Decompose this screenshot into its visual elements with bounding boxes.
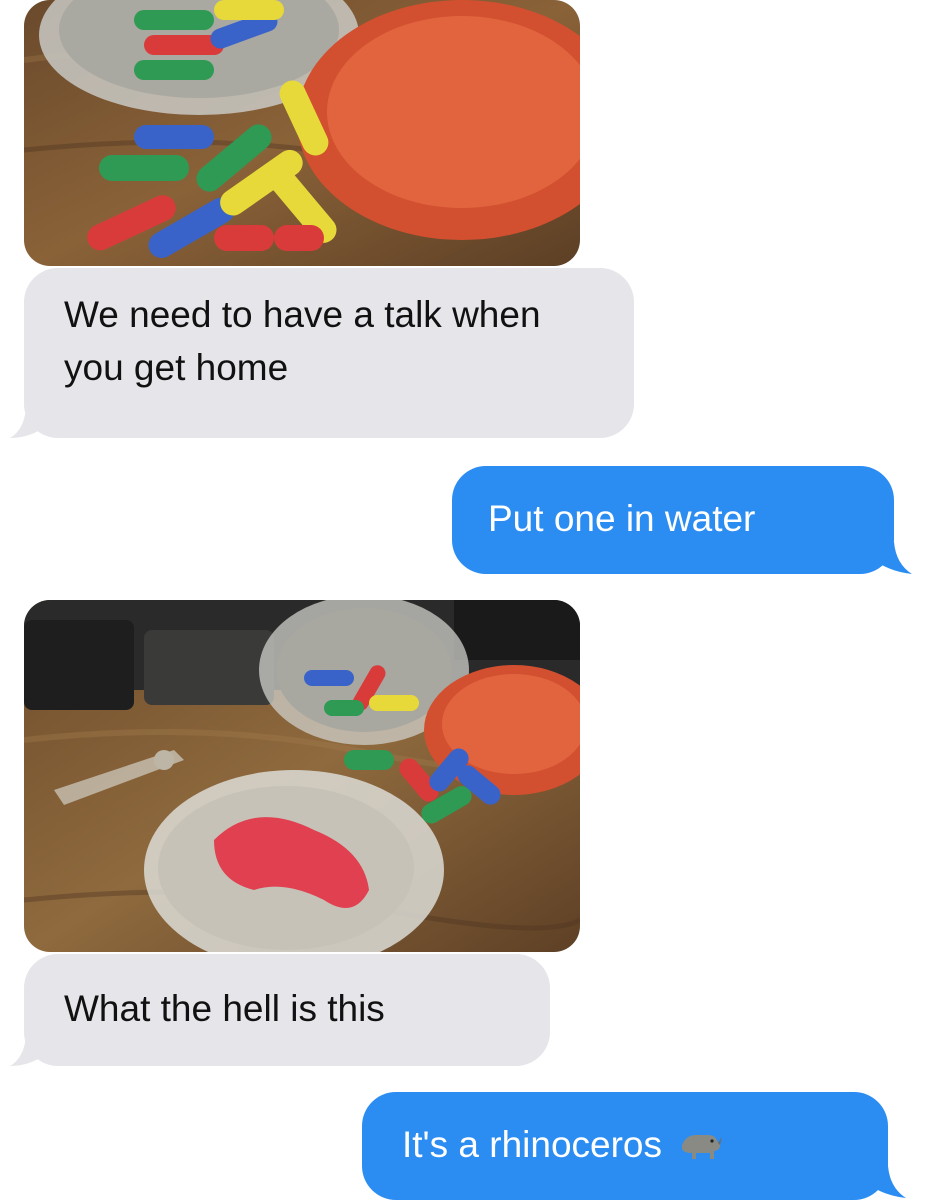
message-thread: We need to have a talk when you get home… <box>0 0 926 1200</box>
rhinoceros-icon <box>678 1122 723 1175</box>
sponge-photo <box>24 600 580 952</box>
outgoing-message[interactable]: Put one in water <box>452 466 894 574</box>
capsules-photo <box>24 0 580 266</box>
message-text: It's a rhinoceros <box>402 1124 663 1165</box>
incoming-message[interactable]: What the hell is this <box>24 954 550 1066</box>
photo-message-capsules[interactable] <box>24 0 580 266</box>
incoming-message[interactable]: We need to have a talk when you get home <box>24 268 634 438</box>
outgoing-message[interactable]: It's a rhinoceros <box>362 1092 888 1200</box>
photo-message-sponge[interactable] <box>24 600 580 952</box>
